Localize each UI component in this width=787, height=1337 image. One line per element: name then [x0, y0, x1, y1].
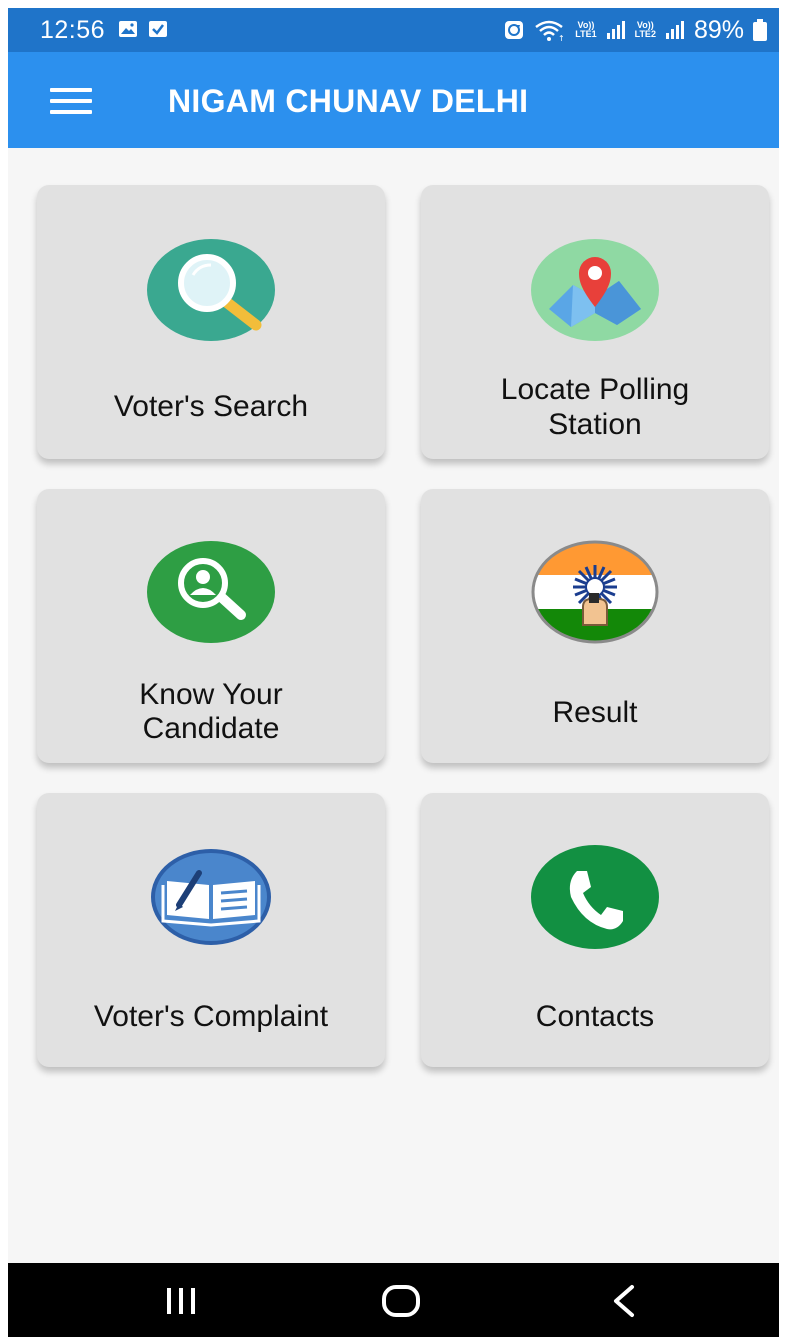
- phone-icon: [531, 845, 659, 949]
- map-pin-icon: [531, 239, 659, 341]
- gallery-icon: [119, 21, 137, 37]
- locate-polling-station-tile[interactable]: Locate Polling Station: [421, 185, 769, 459]
- status-indicators: ↑ Vo)) LTE1 Vo)) LTE2 89%: [503, 14, 767, 46]
- back-button[interactable]: [566, 1263, 676, 1337]
- tile-label: Know Your: [139, 678, 283, 711]
- sim1-lte-label: LTE1: [575, 29, 597, 39]
- home-button[interactable]: [346, 1263, 456, 1337]
- tile-label: Voter's Complaint: [93, 1000, 329, 1033]
- app-title: NIGAM CHUNAV DELHI: [168, 83, 529, 119]
- tile-label: Contacts: [535, 1000, 655, 1033]
- result-tile[interactable]: Result: [421, 489, 769, 763]
- main-menu-grid: Voter's Search Locate Polling Station Kn…: [8, 148, 779, 1263]
- complaint-book-icon: [151, 849, 271, 945]
- app-bar: NIGAM CHUNAV DELHI: [8, 52, 779, 148]
- sim1-label: Vo)) LTE1: [575, 21, 596, 39]
- voters-search-tile[interactable]: Voter's Search: [37, 185, 385, 459]
- svg-text:↑: ↑: [558, 34, 565, 42]
- tile-label: Voter's Search: [113, 390, 309, 423]
- voters-complaint-tile[interactable]: Voter's Complaint: [37, 793, 385, 1067]
- know-your-candidate-tile[interactable]: Know Your Candidate: [37, 489, 385, 763]
- battery-percent: 89%: [693, 16, 744, 44]
- home-icon: [382, 1285, 420, 1317]
- sync-icon: [505, 21, 524, 39]
- signal-icon: [665, 21, 684, 39]
- sim2-label: Vo)) LTE2: [635, 21, 656, 39]
- back-icon: [614, 1285, 634, 1317]
- tile-label: Station: [548, 408, 642, 441]
- wifi-icon: ↑: [535, 20, 565, 42]
- status-time: 12:56: [40, 16, 106, 44]
- tile-label: Locate Polling: [500, 373, 690, 406]
- recent-apps-icon: [167, 1288, 195, 1314]
- recent-apps-button[interactable]: [126, 1263, 236, 1337]
- sim2-lte-label: LTE2: [634, 29, 656, 39]
- magnifier-icon: [147, 239, 275, 341]
- navigation-bar: [8, 1263, 779, 1337]
- election-result-icon: [531, 540, 659, 644]
- candidate-search-icon: [147, 541, 275, 643]
- contacts-tile[interactable]: Contacts: [421, 793, 769, 1067]
- battery-icon: [753, 19, 767, 41]
- signal-icon: [606, 21, 625, 39]
- phone-screen: 12:56 ↑ Vo)) LTE1 Vo)) LTE2 89% NIGAM CH…: [0, 0, 787, 1337]
- checkbox-icon: [149, 21, 167, 37]
- tile-label: Result: [552, 696, 638, 729]
- status-bar: 12:56 ↑ Vo)) LTE1 Vo)) LTE2 89%: [8, 8, 779, 52]
- tile-label: Candidate: [142, 712, 280, 745]
- hamburger-menu-icon[interactable]: [50, 88, 92, 114]
